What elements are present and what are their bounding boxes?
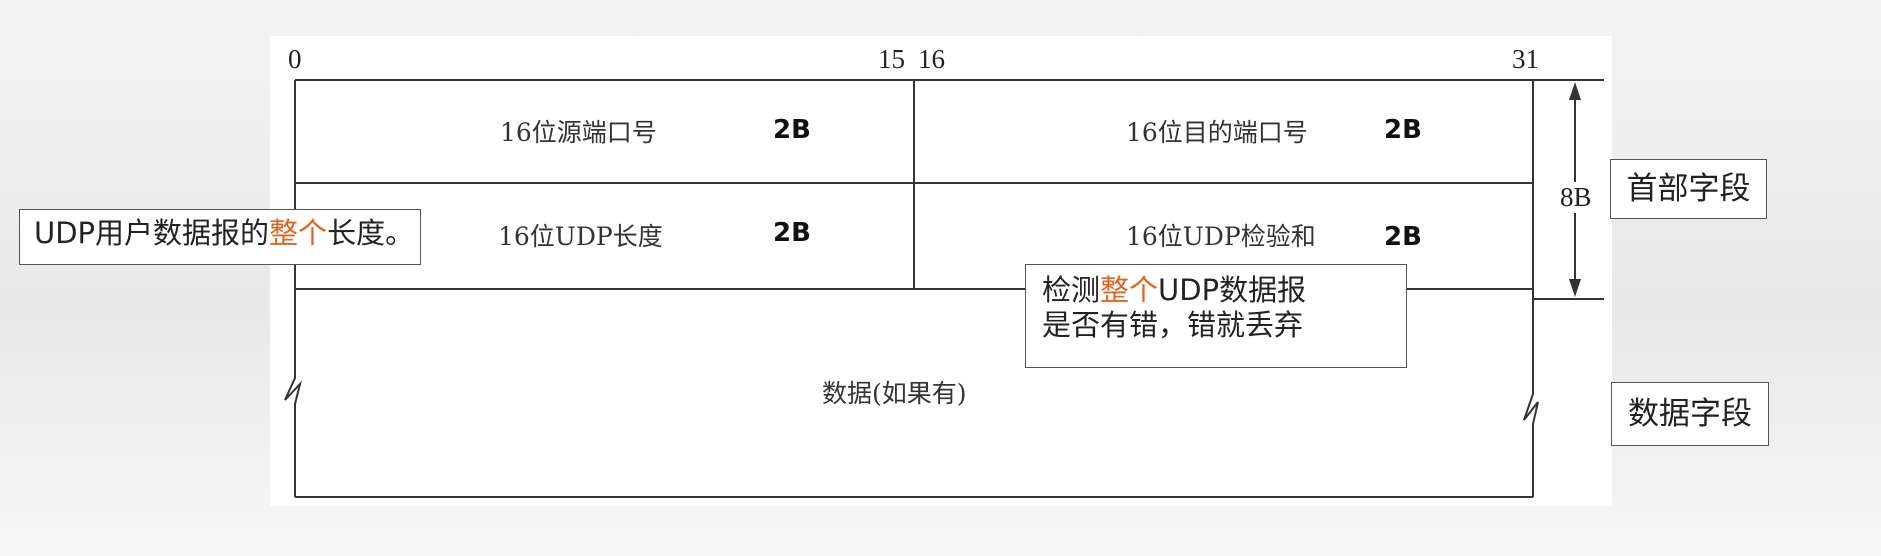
checksum-note-line1: 检测整个UDP数据报 xyxy=(1042,273,1394,308)
source-port-size: 2B xyxy=(773,115,811,145)
length-note-suffix: 长度。 xyxy=(327,216,415,250)
udp-header-diagram xyxy=(284,79,1604,498)
bit-label-0: 0 xyxy=(288,44,302,74)
length-note-highlight: 整个 xyxy=(269,216,328,250)
bit-label-16: 16 xyxy=(918,44,945,74)
dest-port-size: 2B xyxy=(1384,115,1422,145)
checksum-note-callout: 检测整个UDP数据报 是否有错，错就丢弃 xyxy=(1025,264,1407,368)
data-section-box: 数据字段 xyxy=(1611,382,1769,446)
bit-label-31: 31 xyxy=(1512,44,1539,74)
source-port-label: 16位源端口号 xyxy=(500,118,657,147)
header-size-arrow-up xyxy=(1569,82,1581,100)
length-label: 16位UDP长度 xyxy=(498,222,663,251)
bit-label-15: 15 xyxy=(878,44,905,74)
checksum-note-line1-highlight: 整个 xyxy=(1100,273,1159,307)
dest-port-label: 16位目的端口号 xyxy=(1126,118,1308,147)
checksum-note-line2: 是否有错，错就丢弃 xyxy=(1042,307,1304,342)
header-section-box: 首部字段 xyxy=(1610,159,1767,219)
length-size: 2B xyxy=(773,218,811,248)
length-note-prefix: UDP用户数据报的 xyxy=(34,216,270,250)
header-size-label: 8B xyxy=(1560,182,1592,213)
data-field-label: 数据(如果有) xyxy=(822,379,967,408)
checksum-size: 2B xyxy=(1384,222,1422,252)
checksum-note-line1-suffix: UDP数据报 xyxy=(1158,273,1307,307)
header-size-arrow-down xyxy=(1569,279,1581,297)
length-note-callout: UDP用户数据报的整个长度。 xyxy=(19,209,422,265)
checksum-note-line1-prefix: 检测 xyxy=(1042,273,1101,307)
checksum-label: 16位UDP检验和 xyxy=(1126,222,1316,251)
